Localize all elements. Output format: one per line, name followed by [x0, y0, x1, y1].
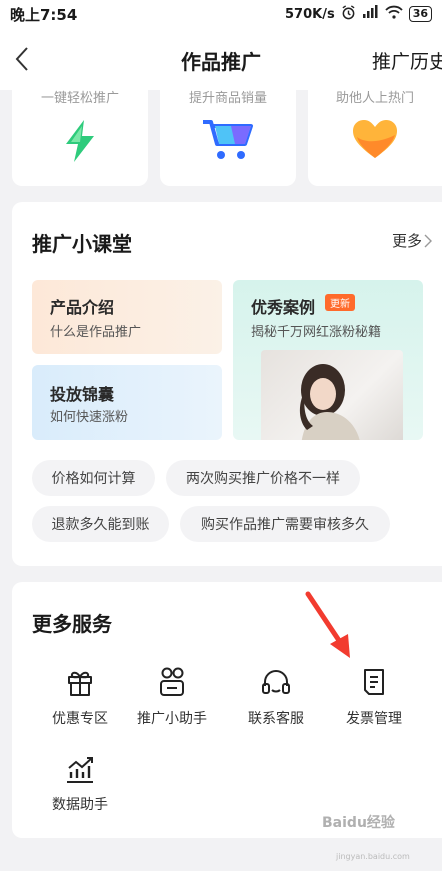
baidu-watermark: Baidu经验: [322, 815, 395, 831]
assistant-icon: [130, 664, 214, 698]
nav-bar: 作品推广 推广历史: [0, 28, 442, 90]
more-label: 更多: [391, 232, 422, 250]
promotion-course-section: 推广小课堂 更多 产品介绍 什么是作品推广 投放锦囊 如何快速涨粉 优秀案例 更…: [12, 202, 442, 566]
headset-icon: [234, 664, 318, 698]
service-label: 发票管理: [346, 711, 402, 727]
service-invoice-management[interactable]: 发票管理: [332, 664, 416, 728]
services-section-title: 更多服务: [32, 612, 112, 636]
signal-icon: [362, 5, 379, 23]
chevron-right-icon: [424, 234, 432, 247]
card-subtitle: 揭秘千万网红涨粉秘籍: [251, 325, 382, 340]
service-promo-assistant[interactable]: 推广小助手: [130, 664, 214, 728]
promotion-history-tab[interactable]: 推广历史: [372, 47, 442, 74]
promo-card-hot[interactable]: 助他人上热门: [308, 90, 442, 186]
promo-cards-row: 一键轻松推广 提升商品销量 助他人上热门: [0, 90, 442, 186]
chart-icon: [38, 750, 122, 784]
new-badge: 更新: [325, 294, 355, 311]
product-intro-card[interactable]: 产品介绍 什么是作品推广: [32, 280, 222, 354]
service-label: 联系客服: [248, 711, 304, 727]
status-bar: 晚上7:54 570K/s 36: [0, 0, 442, 28]
course-section-title: 推广小课堂: [32, 232, 132, 256]
faq-chip[interactable]: 购买作品推广需要审核多久: [180, 506, 390, 542]
card-title: 产品介绍: [50, 298, 115, 317]
promo-card-one-click[interactable]: 一键轻松推广: [12, 90, 148, 186]
gift-box-icon: [38, 664, 122, 698]
service-discount-zone[interactable]: 优惠专区: [38, 664, 122, 728]
lightning-icon: [60, 118, 100, 168]
tips-card[interactable]: 投放锦囊 如何快速涨粉: [32, 365, 222, 440]
case-photo: [261, 350, 403, 440]
course-more-link[interactable]: 更多: [392, 230, 432, 251]
invoice-icon: [332, 664, 416, 698]
service-label: 数据助手: [52, 797, 108, 813]
faq-chip[interactable]: 价格如何计算: [32, 460, 155, 496]
promo-card-sales[interactable]: 提升商品销量: [160, 90, 296, 186]
service-label: 推广小助手: [137, 711, 207, 727]
promo-card-subtitle: 一键轻松推广: [40, 91, 119, 106]
service-customer-support[interactable]: 联系客服: [234, 664, 318, 728]
case-study-card[interactable]: 优秀案例 更新 揭秘千万网红涨粉秘籍: [233, 280, 423, 440]
network-speed: 570K/s: [284, 6, 335, 22]
service-label: 优惠专区: [52, 711, 108, 727]
card-title: 优秀案例: [251, 298, 316, 317]
wifi-icon: [385, 5, 403, 23]
promo-card-subtitle: 提升商品销量: [188, 91, 267, 106]
watermark-url: jingyan.baidu.com: [336, 852, 410, 861]
person-photo-illustration: [299, 364, 360, 440]
alarm-icon: [341, 4, 356, 24]
card-subtitle: 如何快速涨粉: [50, 410, 129, 425]
heart-icon: [351, 118, 399, 164]
card-title: 投放锦囊: [50, 385, 115, 404]
service-data-assistant[interactable]: 数据助手: [38, 750, 122, 814]
battery-indicator: 36: [408, 6, 432, 22]
status-time: 晚上7:54: [10, 5, 78, 24]
faq-chip[interactable]: 两次购买推广价格不一样: [166, 460, 360, 496]
promo-card-subtitle: 助他人上热门: [335, 91, 414, 106]
card-subtitle: 什么是作品推广: [50, 325, 142, 340]
shopping-cart-icon: [201, 118, 255, 166]
status-icons: 570K/s 36: [284, 4, 432, 24]
annotation-arrow-icon: [300, 590, 360, 666]
faq-chip[interactable]: 退款多久能到账: [32, 506, 169, 542]
more-services-section: 更多服务 优惠专区 推广小助手 联系客服 发票管理 数据助手: [12, 582, 442, 838]
